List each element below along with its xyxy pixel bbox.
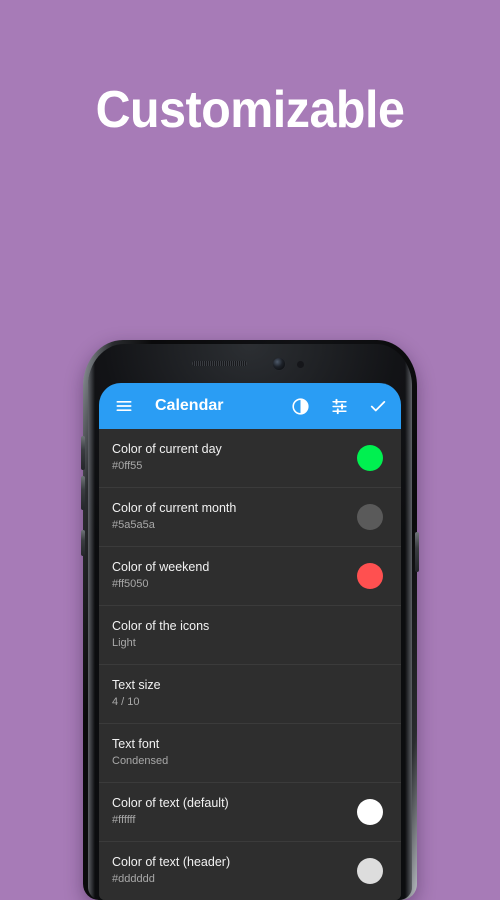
setting-text-group: Color of the icons Light — [112, 618, 383, 651]
contrast-icon[interactable] — [288, 394, 312, 418]
setting-row[interactable]: Color of current month #5a5a5a — [99, 488, 401, 547]
color-swatch[interactable] — [357, 798, 383, 825]
app-bar: Calendar — [99, 383, 401, 429]
setting-row[interactable]: Color of text (header) #dddddd — [99, 842, 401, 900]
setting-row[interactable]: Text size 4 / 10 — [99, 665, 401, 724]
setting-title: Color of text (header) — [112, 855, 231, 869]
phone-screen: Calendar Color of current day #0ff55 Col… — [99, 383, 401, 900]
setting-value: Light — [112, 637, 136, 649]
app-bar-title: Calendar — [155, 397, 224, 414]
color-swatch[interactable] — [357, 444, 383, 471]
phone-left-edge-highlight — [88, 354, 95, 900]
color-swatch[interactable] — [357, 857, 383, 884]
color-swatch[interactable] — [357, 503, 383, 530]
proximity-sensor-icon — [297, 361, 304, 368]
setting-text-group: Color of current month #5a5a5a — [112, 500, 347, 533]
front-camera-icon — [273, 358, 285, 370]
setting-row[interactable]: Color of current day #0ff55 — [99, 429, 401, 488]
setting-text-group: Text size 4 / 10 — [112, 677, 383, 710]
setting-value: #0ff55 — [112, 460, 143, 472]
phone-right-edge-highlight — [405, 354, 412, 900]
setting-row[interactable]: Color of weekend #ff5050 — [99, 547, 401, 606]
volume-up-button[interactable] — [81, 436, 85, 470]
setting-value: 4 / 10 — [112, 696, 140, 708]
phone-glass-panel: Calendar Color of current day #0ff55 Col… — [88, 344, 412, 900]
setting-row[interactable]: Color of the icons Light — [99, 606, 401, 665]
setting-text-group: Color of text (default) #ffffff — [112, 795, 347, 828]
check-icon[interactable] — [366, 394, 390, 418]
settings-list[interactable]: Color of current day #0ff55 Color of curre… — [99, 429, 401, 900]
setting-value: Condensed — [112, 755, 169, 767]
setting-title: Color of text (default) — [112, 796, 229, 810]
color-swatch[interactable] — [357, 562, 383, 589]
setting-text-group: Color of current day #0ff55 — [112, 441, 347, 474]
tune-icon[interactable] — [327, 394, 351, 418]
setting-text-group: Color of weekend #ff5050 — [112, 559, 347, 592]
setting-title: Color of current day — [112, 442, 222, 456]
bixby-button[interactable] — [81, 530, 85, 556]
earpiece-speaker — [192, 361, 247, 366]
setting-value: #ffffff — [112, 814, 136, 826]
setting-text-group: Color of text (header) #dddddd — [112, 854, 347, 887]
setting-row[interactable]: Color of text (default) #ffffff — [99, 783, 401, 842]
setting-title: Text font — [112, 737, 160, 751]
setting-value: #5a5a5a — [112, 519, 155, 531]
phone-mockup: Calendar Color of current day #0ff55 Col… — [81, 340, 419, 900]
setting-value: #dddddd — [112, 873, 155, 885]
setting-text-group: Text font Condensed — [112, 736, 383, 769]
setting-value: #ff5050 — [112, 578, 149, 590]
setting-title: Text size — [112, 678, 161, 692]
setting-title: Color of weekend — [112, 560, 210, 574]
setting-title: Color of current month — [112, 501, 237, 515]
page-title: Customizable — [95, 81, 405, 139]
setting-title: Color of the icons — [112, 619, 210, 633]
volume-down-button[interactable] — [81, 476, 85, 510]
power-button[interactable] — [415, 532, 419, 572]
hamburger-menu-icon[interactable] — [112, 394, 136, 418]
setting-row[interactable]: Text font Condensed — [99, 724, 401, 783]
